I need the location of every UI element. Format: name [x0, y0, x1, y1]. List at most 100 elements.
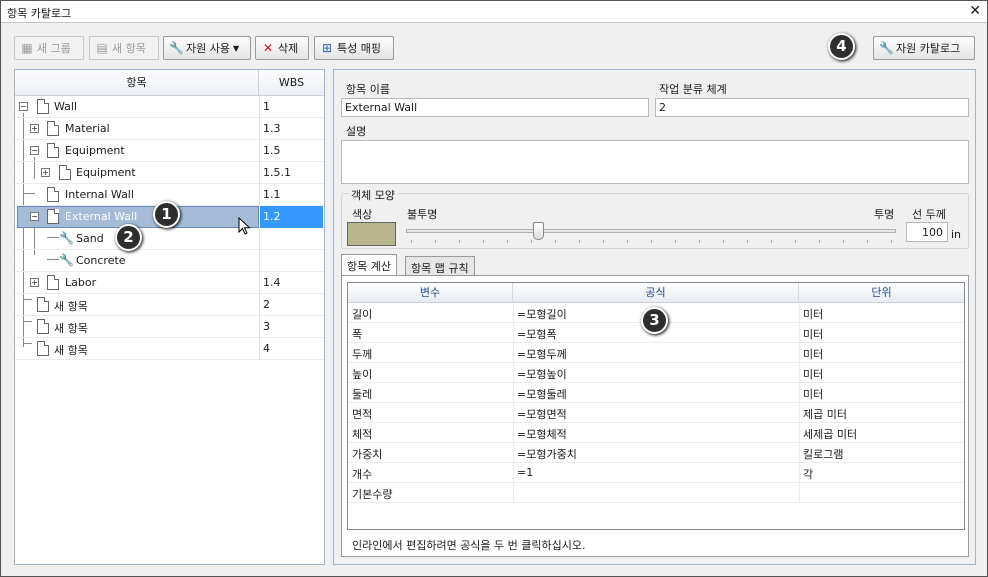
- tree-row[interactable]: + Material 1.3: [15, 118, 324, 140]
- variable-cell[interactable]: 면적: [352, 406, 372, 422]
- slider-tick: [723, 240, 724, 243]
- formula-cell[interactable]: =모형폭: [517, 326, 557, 342]
- column-divider: [259, 184, 260, 206]
- wrench-icon: 🔧: [169, 41, 184, 55]
- mouse-cursor-icon: [238, 217, 251, 235]
- expand-icon[interactable]: +: [41, 168, 50, 177]
- new-group-icon: ▦: [21, 41, 33, 55]
- variable-cell[interactable]: 길이: [352, 306, 372, 322]
- collapse-icon[interactable]: −: [19, 102, 28, 111]
- tree-row[interactable]: 새 항목 2: [15, 294, 324, 316]
- variable-cell[interactable]: 두께: [352, 346, 372, 362]
- new-item-button[interactable]: ▤ 새 항목: [89, 36, 159, 60]
- window-title: 항목 카탈로그: [7, 7, 72, 20]
- tree-row[interactable]: 새 항목 3: [15, 316, 324, 338]
- formula-cell[interactable]: =모형두께: [517, 346, 567, 362]
- table-row[interactable]: 체적 =모형체적 세제곱 미터: [348, 423, 964, 443]
- column-divider: [259, 272, 260, 294]
- formula-cell[interactable]: =모형둘레: [517, 386, 567, 402]
- expand-icon[interactable]: +: [30, 124, 39, 133]
- slider-tick: [555, 240, 556, 243]
- description-field[interactable]: [341, 140, 969, 184]
- grid-header-formula[interactable]: 공식: [513, 283, 799, 303]
- grid-header-unit[interactable]: 단위: [799, 283, 964, 303]
- color-swatch[interactable]: [347, 222, 396, 246]
- expand-icon[interactable]: +: [30, 278, 39, 287]
- tree-row-wbs: 1.5.1: [263, 166, 291, 179]
- variable-cell[interactable]: 개수: [352, 466, 372, 482]
- new-group-button[interactable]: ▦ 새 그룹: [14, 36, 84, 60]
- table-row[interactable]: 두께 =모형두께 미터: [348, 343, 964, 363]
- collapse-icon[interactable]: −: [30, 146, 39, 155]
- variable-cell[interactable]: 체적: [352, 426, 372, 442]
- unit-cell[interactable]: 각: [803, 466, 813, 482]
- tree-row[interactable]: 새 항목 4: [15, 338, 324, 360]
- unit-cell[interactable]: 미터: [803, 326, 823, 342]
- grid-header-variable[interactable]: 변수: [348, 283, 513, 303]
- column-divider: [259, 96, 260, 118]
- slider-tick: [651, 240, 652, 243]
- column-divider: [259, 118, 260, 140]
- table-row[interactable]: 높이 =모형높이 미터: [348, 363, 964, 383]
- chevron-down-icon: ▼: [232, 43, 240, 53]
- tree-row-label: 새 항목: [54, 344, 88, 357]
- callout-4: 4: [828, 33, 855, 60]
- tree-row-label: Wall: [54, 100, 78, 113]
- transparency-slider[interactable]: [406, 229, 896, 233]
- unit-cell[interactable]: 미터: [803, 346, 823, 362]
- table-row[interactable]: 가중치 =모형가중치 킬로그램: [348, 443, 964, 463]
- slider-tick: [411, 240, 412, 243]
- wbs-field[interactable]: 2: [655, 98, 969, 117]
- document-icon: [47, 121, 59, 136]
- table-row[interactable]: 둘레 =모형둘레 미터: [348, 383, 964, 403]
- formula-cell[interactable]: =모형높이: [517, 366, 567, 382]
- property-mapping-button[interactable]: ⊞ 특성 매핑: [314, 36, 394, 60]
- use-resource-button[interactable]: 🔧 자원 사용 ▼: [163, 36, 251, 60]
- unit-cell[interactable]: 미터: [803, 366, 823, 382]
- formula-cell[interactable]: =1: [517, 466, 533, 479]
- slider-tick: [627, 240, 628, 243]
- line-thickness-input[interactable]: 100: [906, 222, 948, 242]
- delete-button[interactable]: ✕ 삭제: [255, 36, 309, 60]
- unit-cell[interactable]: 제곱 미터: [803, 406, 847, 422]
- formula-cell[interactable]: =모형면적: [517, 406, 567, 422]
- formula-cell[interactable]: =모형체적: [517, 426, 567, 442]
- variable-cell[interactable]: 높이: [352, 366, 372, 382]
- tree-row[interactable]: − Equipment 1.5: [15, 140, 324, 162]
- tree-row[interactable]: 🔧 Sand: [15, 228, 324, 250]
- close-icon[interactable]: ✕: [969, 3, 981, 19]
- variable-cell[interactable]: 기본수량: [352, 486, 392, 502]
- formula-cell[interactable]: =모형길이: [517, 306, 567, 322]
- tree-row[interactable]: − Wall 1: [15, 96, 324, 118]
- tree-header-wbs[interactable]: WBS: [259, 70, 324, 96]
- slider-tick: [483, 240, 484, 243]
- table-row[interactable]: 면적 =모형면적 제곱 미터: [348, 403, 964, 423]
- tab-item-calculation[interactable]: 항목 계산: [341, 254, 397, 276]
- tab-item-map-rules[interactable]: 항목 맵 규칙: [405, 256, 475, 276]
- table-row[interactable]: 개수 =1 각: [348, 463, 964, 483]
- tree-row[interactable]: + Equipment 1.5.1: [15, 162, 324, 184]
- variable-cell[interactable]: 가중치: [352, 446, 382, 462]
- item-tree[interactable]: 항목 WBS − Wall 1 + Material 1.3 − Equipme…: [14, 69, 325, 565]
- resource-catalog-button[interactable]: 🔧 자원 카탈로그: [873, 36, 975, 60]
- unit-cell[interactable]: 킬로그램: [803, 446, 843, 462]
- unit-cell[interactable]: 미터: [803, 306, 823, 322]
- tree-row[interactable]: + Labor 1.4: [15, 272, 324, 294]
- callout-3: 3: [641, 307, 668, 334]
- collapse-icon[interactable]: −: [30, 212, 39, 221]
- slider-tick: [603, 240, 604, 243]
- tree-row[interactable]: 🔧 Concrete: [15, 250, 324, 272]
- document-icon: [47, 275, 59, 290]
- table-row[interactable]: 기본수량: [348, 483, 964, 503]
- item-name-field[interactable]: External Wall: [341, 98, 649, 117]
- variable-cell[interactable]: 둘레: [352, 386, 372, 402]
- unit-cell[interactable]: 미터: [803, 386, 823, 402]
- slider-tick: [435, 240, 436, 243]
- unit-cell[interactable]: 세제곱 미터: [803, 426, 857, 442]
- tree-row-wbs: 1.3: [263, 122, 281, 135]
- delete-label: 삭제: [278, 42, 299, 55]
- formula-cell[interactable]: =모형가중치: [517, 446, 577, 462]
- variable-cell[interactable]: 폭: [352, 326, 362, 342]
- tree-header-item[interactable]: 항목: [15, 70, 259, 96]
- transparency-slider-thumb[interactable]: [533, 222, 545, 240]
